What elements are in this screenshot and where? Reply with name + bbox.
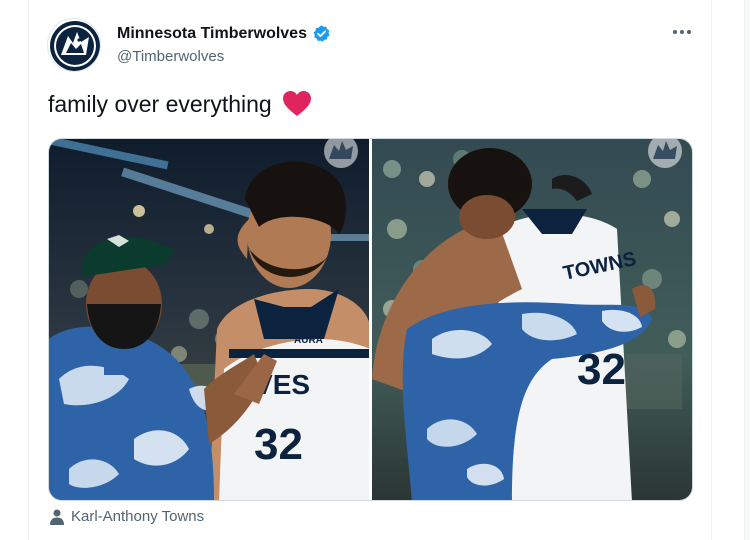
timeline-border-left [28,0,29,540]
ellipsis-icon [673,30,691,34]
tweet-header: Minnesota Timberwolves @Timberwolves [47,18,697,74]
tweet-body: family over everything [48,90,272,117]
scrollbar[interactable] [744,0,750,540]
timberwolves-logo-icon [50,21,100,71]
person-icon [50,509,64,525]
handle[interactable]: @Timberwolves [117,48,331,65]
svg-text:ÄURA: ÄURA [294,333,323,346]
avatar[interactable] [47,18,101,72]
timeline-border-right [711,0,712,540]
author-info: Minnesota Timberwolves @Timberwolves [117,24,331,65]
svg-text:32: 32 [254,420,303,469]
media-photo-1[interactable]: ÄURA LVES 32 [49,139,369,500]
tweet-media: ÄURA LVES 32 TOWNS 32 [48,138,693,501]
more-options-button[interactable] [667,20,697,44]
display-name[interactable]: Minnesota Timberwolves [117,25,307,43]
tweet-text: family over everything [48,90,312,118]
tagged-user-name[interactable]: Karl-Anthony Towns [71,508,204,525]
verified-badge-icon [312,24,331,43]
red-heart-icon [282,90,312,118]
tagged-people[interactable]: Karl-Anthony Towns [50,508,204,525]
media-photo-2[interactable]: TOWNS 32 [372,139,692,500]
